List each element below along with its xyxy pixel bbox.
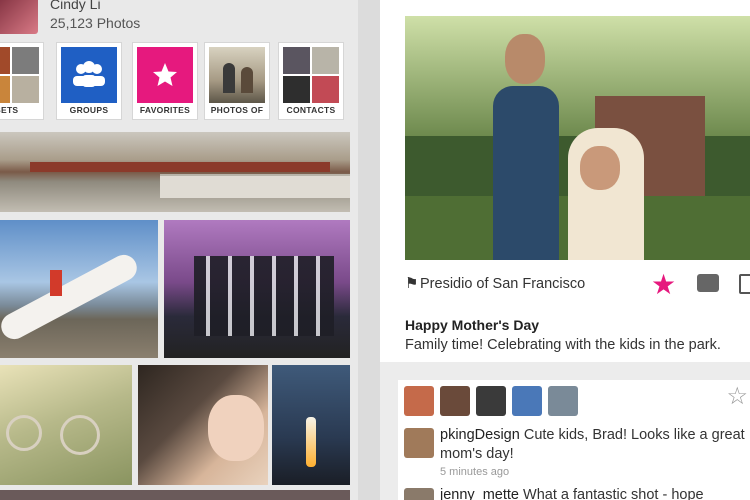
photo-next-row[interactable] <box>0 490 350 500</box>
avatar[interactable] <box>440 386 470 416</box>
comment-user[interactable]: pkingDesign <box>440 427 520 443</box>
main-photo[interactable] <box>405 16 750 260</box>
photo-card: ⚑ Presidio of San Francisco ★ Happy Moth… <box>380 0 750 362</box>
photo-group[interactable] <box>164 220 350 358</box>
location-row: ⚑ Presidio of San Francisco ★ <box>405 269 750 300</box>
favorite-star-icon[interactable]: ★ <box>651 268 676 301</box>
avatar[interactable] <box>404 488 434 500</box>
photo-count: 25,123 Photos <box>50 15 141 31</box>
tile-label: PHOTOS OF <box>210 105 264 115</box>
tile-label: CONTACTS <box>286 105 336 115</box>
tile-label: FAVORITES <box>139 105 191 115</box>
panel-divider <box>358 0 380 500</box>
contacts-icon <box>283 47 339 103</box>
tile-photos-of[interactable]: PHOTOS OF <box>204 42 270 120</box>
tile-groups[interactable]: GROUPS <box>56 42 122 120</box>
photo-mother-baby[interactable] <box>138 365 268 485</box>
avatar[interactable] <box>404 428 434 458</box>
photo-surfboard[interactable] <box>0 220 158 358</box>
tile-sets[interactable]: SETS <box>0 42 44 120</box>
photo-forbidden-city[interactable] <box>0 132 350 212</box>
avatar[interactable] <box>0 0 38 34</box>
photo-bicycle[interactable] <box>0 365 132 485</box>
comment-user[interactable]: jenny_mette <box>440 487 519 500</box>
favorites-star-icon <box>137 47 193 103</box>
photo-detail-panel: ⚑ Presidio of San Francisco ★ Happy Moth… <box>380 0 750 500</box>
profile-name[interactable]: Cindy Li <box>50 0 101 12</box>
profile-header: Cindy Li 25,123 Photos <box>0 0 358 38</box>
pin-icon: ⚑ <box>405 275 419 292</box>
tile-label: GROUPS <box>69 105 109 115</box>
sets-icon <box>0 47 39 103</box>
groups-icon <box>61 47 117 103</box>
avatar[interactable] <box>548 386 578 416</box>
avatar[interactable] <box>512 386 542 416</box>
avatar[interactable] <box>404 386 434 416</box>
share-icon[interactable] <box>739 274 750 294</box>
tile-label: SETS <box>0 105 19 115</box>
avatar[interactable] <box>476 386 506 416</box>
photostream-panel: Cindy Li 25,123 Photos SETS GROUPS FAVOR… <box>0 0 358 500</box>
photo-description: Family time! Celebrating with the kids i… <box>405 337 721 353</box>
comments-panel: ☆ pkingDesign Cute kids, Brad! Looks lik… <box>398 380 750 500</box>
comment-text: jenny_mette What a fantastic shot - hope <box>440 486 750 500</box>
tile-favorites[interactable]: FAVORITES <box>132 42 198 120</box>
photo-title: Happy Mother's Day <box>405 317 540 333</box>
photos-of-thumbnail <box>209 47 265 103</box>
comment-text: pkingDesign Cute kids, Brad! Looks like … <box>440 427 745 462</box>
comment-icon[interactable] <box>697 274 719 292</box>
comment-time: 5 minutes ago <box>440 466 510 478</box>
star-outline-icon[interactable]: ☆ <box>726 382 748 411</box>
location-label[interactable]: Presidio of San Francisco <box>420 276 585 292</box>
tile-contacts[interactable]: CONTACTS <box>278 42 344 120</box>
photo-rocket-launch[interactable] <box>272 365 350 485</box>
